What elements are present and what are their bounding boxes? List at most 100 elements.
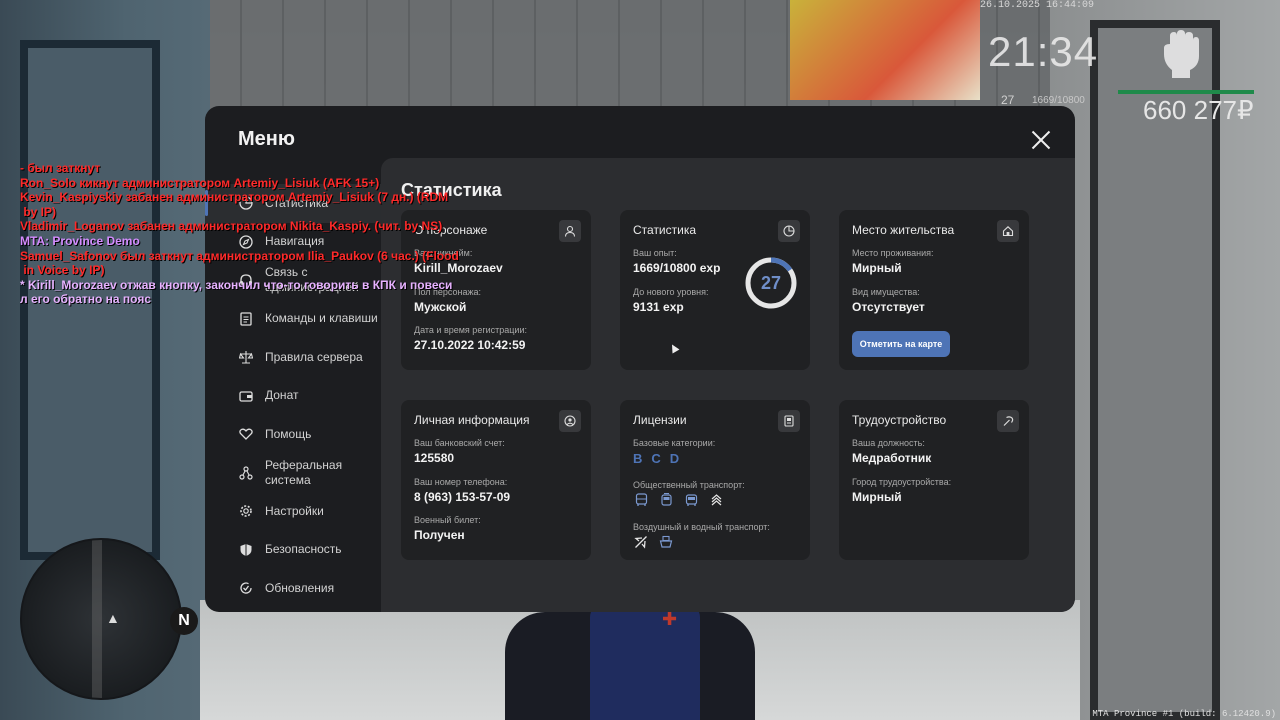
field-label: Ваш номер телефона: [414,477,508,487]
trolleybus-icon [683,492,699,508]
hud-clock: 21:34 [988,28,1099,75]
wallet-icon [238,388,254,404]
field-label: Дата и время регистрации: [414,325,527,335]
field-value: Получен [414,528,465,542]
minimap-road [92,540,102,698]
card-personal: Личная информация Ваш банковский счет: 1… [401,400,591,560]
id-card-icon [778,410,800,432]
ship-icon [658,534,674,550]
field-label: Воздушный и водный транспорт: [633,522,770,532]
handshake-heart-icon [238,426,254,442]
field-label: Ваш банковский счет: [414,438,505,448]
chat-line: Kevin_Kaspiyskiy забанен администратором… [20,190,449,205]
health-bar [1118,90,1254,94]
hud-level: 27 [1001,93,1015,107]
field-value: 125580 [414,451,455,465]
field-value: 9131 exp [633,300,684,314]
sidebar-item-label: Настройки [265,503,324,518]
level-number: 27 [760,273,782,293]
sidebar-item-label: Обновления [265,580,335,595]
card-title: Статистика [633,223,697,237]
hud-exp: 1669/10800 [1032,95,1085,106]
field-label: Место проживания: [852,248,934,258]
user-circle-icon [559,410,581,432]
build-info: MTA Province #1 (build: 6.12420.9) [1092,709,1276,719]
scales-icon [238,349,254,365]
sidebar-item-label: Безопасность [265,542,342,557]
field-label: Базовые категории: [633,438,716,448]
medical-bag [590,605,700,720]
field-value: 8 (963) 153-57-09 [414,490,511,504]
gear-icon [238,503,254,519]
sidebar-item-donate[interactable]: Донат [205,377,381,416]
field-label: Город трудоустройства: [852,477,952,487]
sidebar-item-updates[interactable]: Обновления [205,569,381,608]
hud-datetime: 26.10.2025 16:44:09 [980,0,1095,11]
shield-icon [238,542,254,558]
sidebar-item-label: Помощь [265,426,312,441]
refresh-check-icon [238,580,254,596]
minimap-north-marker: N [170,607,198,635]
card-title: Личная информация [414,413,530,427]
chat-line: * Kirill_Morozaev отжав кнопку, закончил… [20,277,453,292]
plane-icon [633,534,649,550]
wall-poster [790,0,980,100]
public-transport-icons [633,492,724,508]
chat-line: by IP) [20,204,57,219]
menu-title: Меню [238,128,295,150]
field-label: Ваш опыт: [633,248,677,258]
field-value: Мирный [852,490,902,504]
sidebar-item-label: Команды и клавиши [265,311,378,326]
network-icon [238,465,254,481]
chat-log: - был заткнут Ron_Solo кикнут администра… [20,161,520,307]
sidebar-item-referral[interactable]: Реферальная система [205,454,381,493]
field-value: Мирный [852,261,902,275]
chat-line: Vladimir_Loganov забанен администратором… [20,219,443,234]
field-value: 1669/10800 exp [633,261,721,275]
chat-line: Samuel_Safonov был заткнут администратор… [20,248,459,263]
chat-line: л его обратно на пояс [20,292,152,307]
chat-line: - был заткнут [20,161,101,175]
license-categories: B C D [633,451,679,466]
player-arrow-icon: ▲ [106,610,120,626]
card-stats: Статистика Ваш опыт: 1669/10800 exp До н… [620,210,810,370]
field-label: Общественный транспорт: [633,480,745,490]
sidebar-item-help[interactable]: Помощь [205,415,381,454]
field-value: 27.10.2022 10:42:59 [414,338,526,352]
sidebar-item-security[interactable]: Безопасность [205,531,381,570]
pickaxe-icon [997,410,1019,432]
card-title: Трудоустройство [852,413,947,427]
user-icon [559,220,581,242]
chat-line: Ron_Solo кикнут администратором Artemiy_… [20,175,380,190]
card-title: Место жительства [852,223,955,237]
sidebar-item-label: Донат [265,388,299,403]
air-water-transport-icons [633,534,674,550]
tram-icon [658,492,674,508]
close-icon[interactable] [1031,130,1051,150]
card-employment: Трудоустройство Ваша должность: Медработ… [839,400,1029,560]
field-label: Военный билет: [414,515,481,525]
license-category: C [651,451,661,466]
field-label: Ваша должность: [852,438,925,448]
minimap: ▲ [20,538,182,700]
chart-pie-icon [778,220,800,242]
card-residence: Место жительства Место проживания: Мирны… [839,210,1029,370]
mark-on-map-button[interactable]: Отметить на карте [852,331,950,357]
field-value: Отсутствует [852,300,925,314]
field-value: Медработник [852,451,932,465]
sidebar-item-rules[interactable]: Правила сервера [205,338,381,377]
home-icon [997,220,1019,242]
field-label: До нового уровня: [633,287,709,297]
chat-line: in Voice by IP) [20,263,105,278]
card-licenses: Лицензии Базовые категории: B C D Общест… [620,400,810,560]
sidebar-item-label: Правила сервера [265,349,363,364]
field-label: Вид имущества: [852,287,920,297]
sidebar-item-settings[interactable]: Настройки [205,492,381,531]
license-category: D [669,451,680,466]
sidebar-item-label: Реферальная система [265,457,343,487]
metro-icon [708,492,724,508]
fist-icon [1164,30,1199,78]
document-icon [238,311,254,327]
chat-line: MTA: Province Demo [20,233,140,248]
license-category: B [633,451,643,466]
